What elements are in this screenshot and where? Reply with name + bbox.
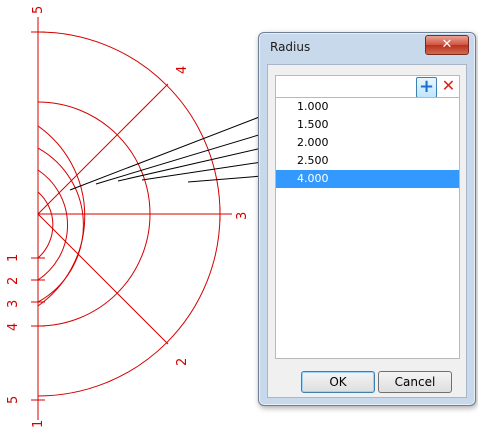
close-button[interactable]: ✕: [425, 35, 469, 55]
delete-x-icon: ✕: [441, 76, 456, 95]
add-radius-button[interactable]: +: [416, 76, 437, 98]
axis-label-top: 5: [31, 6, 46, 14]
axis-label-bottom: 1: [31, 420, 46, 428]
ok-button[interactable]: OK: [301, 371, 375, 393]
cancel-button[interactable]: Cancel: [378, 371, 452, 393]
axis-label-left-4: 4: [6, 323, 21, 331]
radius-input[interactable]: [276, 76, 420, 96]
axis-label-diag-lower: 2: [175, 358, 190, 366]
dialog-client-area: + ✕ 1.000 1.500 2.000 2.500 4.000 OK Can…: [267, 64, 467, 398]
radius-list[interactable]: 1.000 1.500 2.000 2.500 4.000: [275, 97, 460, 359]
radius-list-item[interactable]: 1.000: [276, 98, 459, 116]
axis-label-left-2: 2: [6, 277, 21, 285]
axis-label-diag-upper: 4: [175, 66, 190, 74]
radius-list-item[interactable]: 1.500: [276, 116, 459, 134]
plus-icon: +: [418, 76, 435, 97]
leader-line-5: [187, 175, 263, 183]
radius-list-item[interactable]: 4.000: [276, 170, 459, 188]
axis-label-left-1: 1: [6, 254, 21, 262]
axis-label-right: 3: [235, 212, 250, 220]
delete-radius-button[interactable]: ✕: [439, 76, 458, 96]
radius-dialog: Radius ✕ + ✕ 1.000 1.500 2.000 2.500 4.0…: [258, 32, 476, 406]
leader-line-3: [117, 147, 263, 182]
axis-label-left-3: 3: [6, 300, 21, 308]
radius-list-item[interactable]: 2.500: [276, 152, 459, 170]
dialog-titlebar[interactable]: Radius ✕: [259, 33, 475, 63]
radius-entry-bar: + ✕: [275, 75, 460, 99]
arc-r3: [37, 147, 84, 303]
radius-list-item[interactable]: 2.000: [276, 134, 459, 152]
arc-r4: [37, 125, 86, 307]
axis-label-left-5: 5: [6, 396, 21, 404]
leader-line-2: [95, 133, 263, 185]
dialog-title: Radius: [270, 40, 311, 54]
